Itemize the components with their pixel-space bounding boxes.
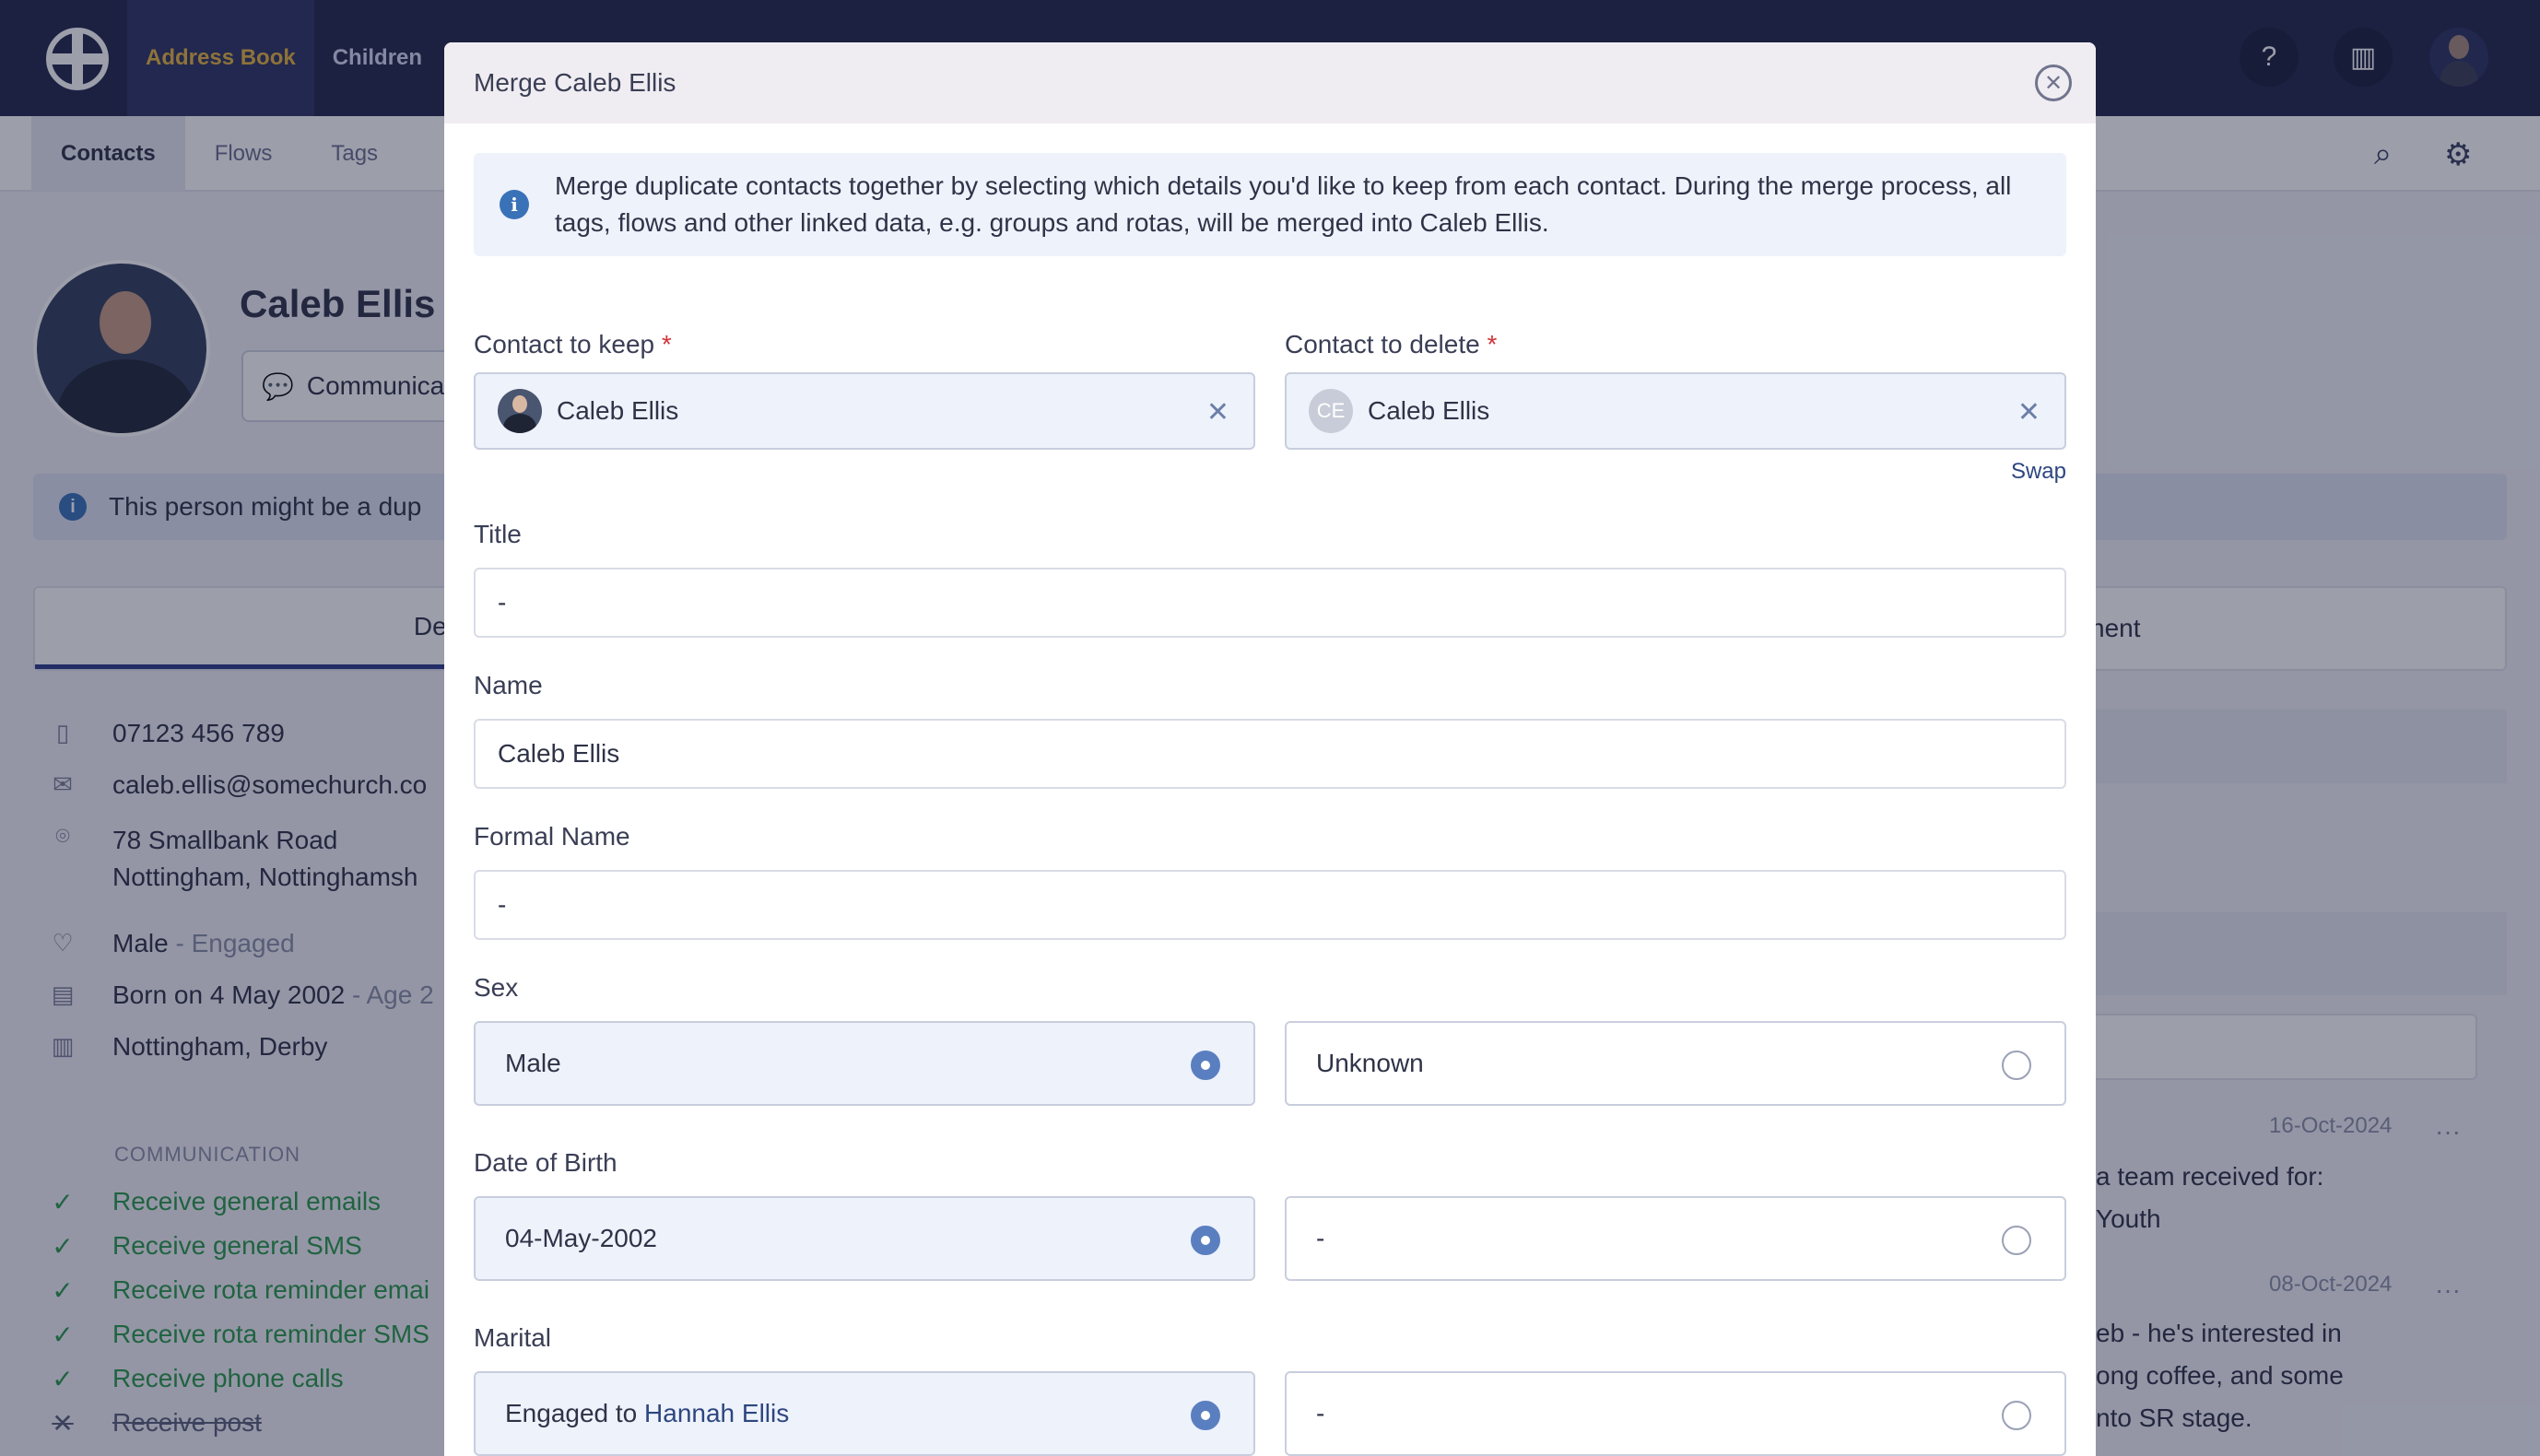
marital-label: Marital <box>474 1323 552 1352</box>
dob-label: Date of Birth <box>474 1148 617 1177</box>
sex-delete-value: Unknown <box>1316 1049 1424 1077</box>
modal-title: Merge Caleb Ellis <box>474 68 676 97</box>
avatar-initials: CE <box>1309 389 1353 433</box>
info-icon: i <box>500 190 529 219</box>
radio-unselected[interactable] <box>2002 1226 2031 1255</box>
merge-modal: Merge Caleb Ellis ✕ i Merge duplicate co… <box>444 42 2096 1456</box>
marital-keep-value: Engaged to Hannah Ellis <box>505 1399 790 1427</box>
sex-option-keep[interactable]: Male <box>474 1021 1255 1106</box>
dob-option-delete[interactable]: - <box>1285 1196 2066 1281</box>
contact-to-delete-select[interactable]: CE Caleb Ellis ✕ <box>1285 372 2066 450</box>
sex-keep-value: Male <box>505 1049 561 1077</box>
marital-option-delete[interactable]: - <box>1285 1371 2066 1456</box>
contact-to-delete-value: Caleb Ellis <box>1368 396 1490 425</box>
formal-name-label: Formal Name <box>474 822 630 851</box>
marital-option-keep[interactable]: Engaged to Hannah Ellis <box>474 1371 1255 1456</box>
merge-info-box: i Merge duplicate contacts together by s… <box>474 153 2066 256</box>
close-icon[interactable]: ✕ <box>2035 65 2072 101</box>
radio-selected[interactable] <box>1191 1226 1220 1255</box>
radio-unselected[interactable] <box>2002 1401 2031 1430</box>
merge-info-text: Merge duplicate contacts together by sel… <box>555 171 2012 237</box>
name-label: Name <box>474 671 543 699</box>
title-field: - <box>474 568 2066 638</box>
formal-name-value: - <box>498 890 507 919</box>
name-value: Caleb Ellis <box>498 739 620 768</box>
contact-to-delete-label: Contact to delete * <box>1285 330 1498 358</box>
contact-to-keep-value: Caleb Ellis <box>557 396 679 425</box>
sex-option-delete[interactable]: Unknown <box>1285 1021 2066 1106</box>
contact-to-keep-label: Contact to keep * <box>474 330 672 358</box>
title-value: - <box>498 588 507 616</box>
avatar <box>498 389 542 433</box>
clear-icon[interactable]: ✕ <box>2017 396 2040 429</box>
name-field: Caleb Ellis <box>474 719 2066 789</box>
swap-link[interactable]: Swap <box>2011 459 2066 485</box>
clear-icon[interactable]: ✕ <box>1206 396 1229 429</box>
dob-option-keep[interactable]: 04-May-2002 <box>474 1196 1255 1281</box>
spouse-link[interactable]: Hannah Ellis <box>644 1399 789 1427</box>
title-label: Title <box>474 520 522 548</box>
modal-header: Merge Caleb Ellis ✕ <box>444 42 2096 123</box>
marital-delete-value: - <box>1316 1399 1325 1427</box>
radio-selected[interactable] <box>1191 1051 1220 1080</box>
dob-keep-value: 04-May-2002 <box>505 1224 657 1252</box>
formal-name-field: - <box>474 870 2066 940</box>
radio-selected[interactable] <box>1191 1401 1220 1430</box>
contact-to-keep-select[interactable]: Caleb Ellis ✕ <box>474 372 1255 450</box>
dob-delete-value: - <box>1316 1224 1325 1252</box>
sex-label: Sex <box>474 973 519 1002</box>
radio-unselected[interactable] <box>2002 1051 2031 1080</box>
